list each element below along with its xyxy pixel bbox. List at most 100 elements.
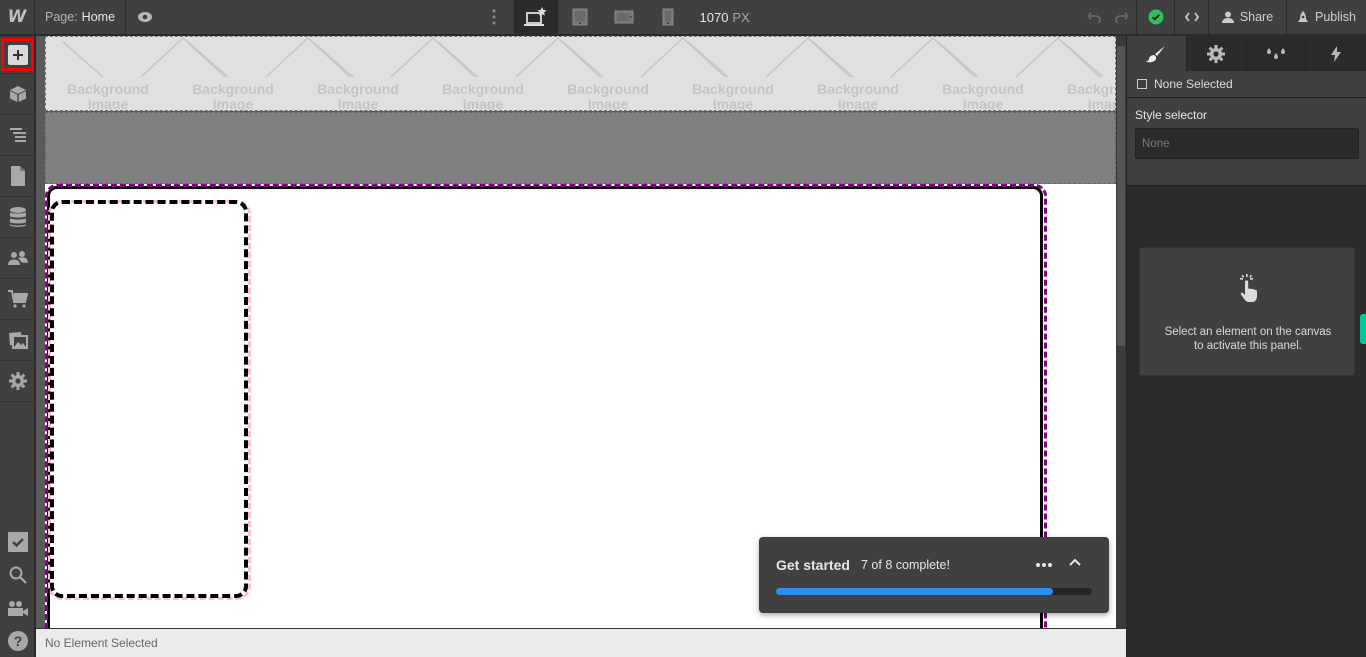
breakpoint-tablet[interactable] — [558, 0, 602, 35]
code-icon — [1184, 12, 1199, 22]
redo-icon — [1115, 12, 1129, 23]
placeholder-line — [765, 37, 851, 78]
breadcrumb-status-bar: No Element Selected — [36, 628, 1126, 657]
pages-button[interactable] — [0, 156, 35, 197]
webflow-logo[interactable]: W — [0, 0, 35, 35]
get-started-progress-text: 7 of 8 complete! — [861, 558, 950, 572]
style-selector-input[interactable]: None — [1135, 128, 1359, 159]
background-image-placeholder-label: BackgroundImage — [192, 81, 274, 111]
drops-icon — [1266, 47, 1285, 59]
side-feedback-tab[interactable] — [1360, 314, 1366, 344]
settings-button[interactable] — [0, 361, 35, 402]
placeholder-line — [562, 41, 604, 78]
audit-button[interactable] — [0, 525, 35, 558]
symbols-button[interactable] — [0, 74, 35, 115]
help-button[interactable]: ? — [0, 624, 35, 657]
inner-block[interactable] — [50, 200, 248, 598]
check-icon — [1148, 9, 1163, 25]
navigator-button[interactable] — [0, 115, 35, 156]
background-image-section[interactable]: Background Image Background Image Background… — [45, 36, 1116, 111]
get-started-more-button[interactable] — [1035, 555, 1053, 571]
mobile-portrait-icon — [662, 8, 673, 26]
site-status-button[interactable] — [1137, 0, 1175, 35]
background-image-placeholder-label: BackgroundImage — [1067, 81, 1115, 111]
svg-text:?: ? — [13, 633, 22, 649]
share-button[interactable]: Share — [1209, 0, 1287, 35]
redo-button[interactable] — [1108, 0, 1137, 35]
tablet-icon — [572, 8, 587, 26]
selection-checkbox[interactable] — [1137, 79, 1147, 89]
get-started-title: Get started — [776, 557, 850, 573]
get-started-panel: Get started 7 of 8 complete! — [759, 537, 1109, 613]
breakpoint-desktop[interactable] — [513, 0, 558, 35]
background-image-placeholder-label: BackgroundImage — [692, 81, 774, 111]
undo-button[interactable] — [1079, 0, 1108, 35]
gear-icon — [1207, 44, 1226, 63]
breakpoint-mobile-landscape[interactable] — [602, 0, 646, 35]
canvas-width-unit: PX — [732, 9, 750, 25]
publish-label: Publish — [1315, 10, 1356, 24]
right-panel-tabs — [1127, 36, 1366, 71]
ecommerce-button[interactable] — [0, 279, 35, 320]
placeholder-line — [140, 37, 226, 78]
scrollbar-thumb[interactable] — [1117, 46, 1125, 346]
placeholder-line — [390, 37, 476, 78]
search-button[interactable] — [0, 558, 35, 591]
selection-status: No Element Selected — [45, 636, 158, 650]
placeholder-line — [640, 37, 726, 78]
brush-icon — [1146, 45, 1166, 62]
tutorials-button[interactable] — [0, 591, 35, 624]
assets-button[interactable] — [0, 320, 35, 361]
hand-pointer-icon — [1236, 274, 1260, 307]
video-icon — [7, 600, 28, 616]
placeholder-line — [687, 41, 729, 78]
more-horizontal-icon — [1036, 563, 1052, 567]
empty-state-message: Select an element on the canvas to activ… — [1140, 325, 1356, 353]
add-elements-button[interactable] — [0, 36, 35, 74]
placeholder-line — [937, 41, 979, 78]
plus-icon — [12, 49, 23, 60]
style-selector-section: Style selector None — [1127, 98, 1366, 186]
canvas-scrollbar[interactable] — [1116, 36, 1126, 628]
preview-button[interactable] — [126, 0, 164, 35]
users-button[interactable] — [0, 238, 35, 279]
canvas-width-value: 1070 — [699, 9, 729, 25]
cms-button[interactable] — [0, 197, 35, 238]
get-started-progress-bar — [776, 588, 1092, 595]
page-prefix: Page: — [45, 10, 78, 24]
background-image-placeholder-label: BackgroundImage — [567, 81, 649, 111]
more-vertical-icon — [492, 9, 495, 25]
placeholder-line — [1015, 37, 1101, 78]
users-icon — [7, 251, 28, 265]
background-image-placeholder-label: BackgroundImage — [942, 81, 1024, 111]
code-export-button[interactable] — [1175, 0, 1209, 35]
add-button-highlight — [1, 38, 34, 71]
tab-style-manager[interactable] — [1247, 36, 1307, 71]
top-bar: W Page: Home 1070 PX Share Publish — [0, 0, 1366, 35]
rocket-icon — [1298, 10, 1308, 22]
background-image-placeholder-label: BackgroundImage — [817, 81, 899, 111]
page-name: Home — [81, 10, 116, 24]
help-icon: ? — [7, 630, 28, 651]
get-started-collapse-button[interactable] — [1069, 555, 1081, 569]
lightning-icon — [1331, 45, 1342, 62]
tab-style[interactable] — [1127, 36, 1187, 71]
tab-interactions[interactable] — [1306, 36, 1366, 71]
images-icon — [8, 332, 28, 349]
page-selector[interactable]: Page: Home — [35, 0, 126, 35]
more-options-button[interactable] — [474, 0, 514, 35]
selection-row: None Selected — [1127, 71, 1366, 98]
checkbox-icon — [7, 531, 28, 552]
undo-icon — [1086, 12, 1101, 23]
share-label: Share — [1239, 10, 1274, 24]
placeholder-line — [265, 37, 351, 78]
placeholder-line — [437, 41, 479, 78]
breakpoint-mobile-portrait[interactable] — [646, 0, 690, 35]
tab-element-settings[interactable] — [1187, 36, 1247, 71]
page-icon — [10, 166, 25, 186]
preview-eye-icon — [138, 12, 152, 22]
gear-icon — [8, 372, 27, 390]
placeholder-line — [1062, 41, 1104, 78]
publish-button[interactable]: Publish — [1287, 0, 1366, 35]
grey-section[interactable] — [45, 112, 1116, 184]
